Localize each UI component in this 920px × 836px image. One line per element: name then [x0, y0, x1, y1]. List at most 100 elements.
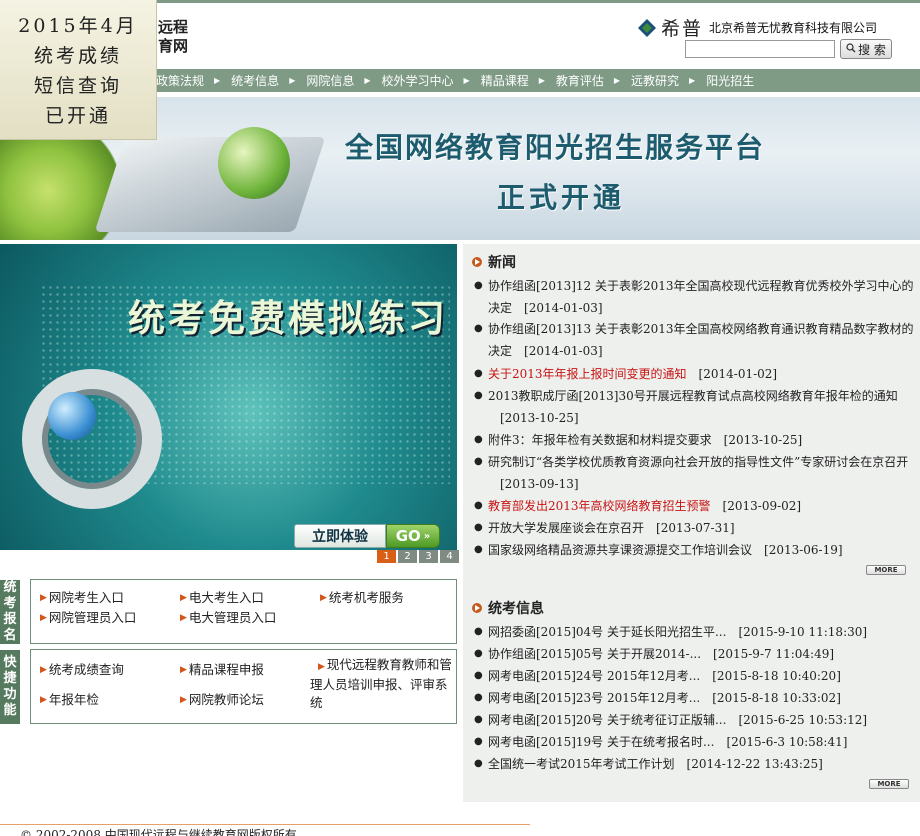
- footer-divider: [0, 824, 530, 825]
- nav-label: 统考信息: [231, 74, 280, 88]
- side-char: 考: [3, 596, 17, 611]
- link-label: 电大考生入口: [188, 590, 264, 605]
- link-label: 网院管理员入口: [48, 610, 137, 625]
- bullet-icon: ●: [474, 456, 483, 467]
- mock-exam-promo[interactable]: 统考免费模拟练习 立即体验 GO»: [0, 244, 457, 550]
- popup-line: 已开通: [44, 105, 111, 127]
- news-item[interactable]: ● 开放大学发展座谈会在京召开 [2013-07-31]: [474, 517, 918, 539]
- link-label: 网院考生入口: [48, 590, 124, 605]
- link-wangyuan-student[interactable]: ▶ 网院考生入口: [40, 589, 124, 607]
- nav-item-wangyuan[interactable]: 网院信息 ▶: [306, 72, 370, 89]
- news-item[interactable]: ● 研究制订“各类学校优质教育资源向社会开放的指导性文件”专家研讨会在京召开 [20…: [474, 451, 918, 495]
- news-item-text: 教育部发出2013年高校网络教育招生预警: [488, 499, 711, 513]
- link-annual-report[interactable]: ▶ 年报年检: [40, 691, 99, 709]
- news-item-date: [2013-10-25]: [500, 411, 579, 425]
- link-label: 网院教师论坛: [188, 692, 264, 707]
- brand-company: 北京希普无忧教育科技有限公司: [709, 21, 878, 35]
- tongkao-item[interactable]: ● 协作组函[2015]05号 关于开展2014-... [2015-9-7 11:…: [474, 643, 918, 665]
- tongkao-item[interactable]: ● 网招委函[2015]04号 关于延长阳光招生平... [2015-9-10 11…: [474, 621, 918, 643]
- search-button-label: 搜 索: [858, 42, 886, 57]
- nav-arrow-icon: ▶: [214, 76, 221, 85]
- news-item[interactable]: ● 协作组函[2013]13 关于表彰2013年全国高校网络教育通识教育精品数字教…: [474, 318, 918, 362]
- link-course-apply[interactable]: ▶ 精品课程申报: [180, 661, 264, 679]
- news-item[interactable]: ● 2013教职成厅函[2013]30号开展远程教育试点高校网络教育年报年检的通知…: [474, 385, 918, 429]
- tongkao-section-title: 统考信息: [472, 598, 544, 618]
- popup-line: 2015年4月: [18, 15, 138, 37]
- news-item[interactable]: ● 国家级网络精品资源共享课资源提交工作培训会议 [2013-06-19]: [474, 539, 918, 561]
- go-label: GO: [395, 527, 421, 545]
- news-item[interactable]: ● 协作组函[2013]12 关于表彰2013年全国高校现代远程教育优秀校外学习中…: [474, 275, 918, 319]
- tongkao-item-text: 网考电函[2015]20号 关于统考征订正版辅...: [488, 713, 727, 727]
- nav-item-evaluation[interactable]: 教育评估 ▶: [556, 72, 620, 89]
- nav-item-courses[interactable]: 精品课程 ▶: [481, 72, 545, 89]
- tongkao-item[interactable]: ● 网考电函[2015]23号 2015年12月考... [2015-8-18 10…: [474, 687, 918, 709]
- nav-label: 精品课程: [480, 74, 529, 88]
- link-teacher-forum[interactable]: ▶ 网院教师论坛: [180, 691, 264, 709]
- nav-item-research[interactable]: 远教研究 ▶: [631, 72, 695, 89]
- news-title-label: 新闻: [488, 255, 516, 271]
- link-label: 电大管理员入口: [188, 610, 277, 625]
- banner-subtitle: 正式开通: [497, 181, 626, 214]
- tongkao-item[interactable]: ● 网考电函[2015]20号 关于统考征订正版辅... [2015-6-25 10…: [474, 709, 918, 731]
- news-more-button[interactable]: MORE: [866, 565, 906, 575]
- link-computer-exam[interactable]: ▶ 统考机考服务: [320, 589, 404, 607]
- arrow-bullet-icon: ▶: [180, 665, 187, 675]
- search-button[interactable]: 搜 索: [840, 39, 892, 59]
- nav-arrow-icon: ▶: [613, 76, 621, 85]
- site-title[interactable]: 远程 育网: [158, 18, 188, 56]
- news-item-text: 研究制订“各类学校优质教育资源向社会开放的指导性文件”专家研讨会在京召开: [488, 455, 909, 469]
- bullet-icon: ●: [474, 648, 483, 659]
- pager-page-3[interactable]: 3: [419, 550, 438, 563]
- tongkao-item-text: 协作组函[2015]05号 关于开展2014-...: [488, 647, 702, 661]
- slide-pager: 1 2 3 4: [377, 550, 461, 563]
- popup-line: 短信查询: [33, 75, 122, 97]
- news-item[interactable]: ● 教育部发出2013年高校网络教育招生预警 [2013-09-02]: [474, 495, 918, 517]
- link-label: 年报年检: [48, 692, 99, 707]
- sms-score-popup[interactable]: 2015年4月 统考成绩 短信查询 已开通: [0, 0, 157, 140]
- link-score-query[interactable]: ▶ 统考成绩查询: [40, 661, 124, 679]
- bullet-icon: ●: [474, 280, 483, 291]
- link-wangyuan-admin[interactable]: ▶ 网院管理员入口: [40, 609, 136, 627]
- try-now-button[interactable]: 立即体验: [294, 524, 386, 548]
- bullet-icon: ●: [474, 736, 483, 747]
- side-label-tongkao-baoming: 统 考 报 名: [0, 580, 20, 644]
- bullet-icon: ●: [474, 500, 483, 511]
- tongkao-item[interactable]: ● 网考电函[2015]24号 2015年12月考... [2015-8-18 10…: [474, 665, 918, 687]
- news-item-date: [2014-01-03]: [524, 344, 603, 358]
- globe-icon: [48, 392, 96, 440]
- circle-arrow-icon: [472, 257, 482, 267]
- pager-page-2[interactable]: 2: [398, 550, 417, 563]
- search-input[interactable]: [685, 40, 835, 58]
- tongkao-more-button[interactable]: MORE: [869, 779, 909, 789]
- tongkao-item-date: [2015-8-18 10:33:02]: [712, 691, 841, 705]
- nav-item-tongkao[interactable]: 统考信息 ▶: [231, 72, 295, 89]
- arrow-bullet-icon: ▶: [180, 613, 187, 623]
- news-item[interactable]: ● 附件3：年报年检有关数据和材料提交要求 [2013-10-25]: [474, 429, 918, 451]
- news-item-date: [2013-06-19]: [764, 543, 843, 557]
- pager-page-4[interactable]: 4: [440, 550, 459, 563]
- link-dianda-student[interactable]: ▶ 电大考生入口: [180, 589, 264, 607]
- nav-item-admission[interactable]: 阳光招生: [706, 72, 754, 89]
- news-item-date: [2013-10-25]: [723, 433, 803, 447]
- tongkao-item[interactable]: ● 网考电函[2015]19号 关于在统考报名时... [2015-6-3 10:5…: [474, 731, 918, 753]
- brand[interactable]: 希普 北京希普无忧教育科技有限公司: [637, 14, 877, 41]
- tongkao-item-text: 网考电函[2015]24号 2015年12月考...: [488, 669, 701, 683]
- bullet-icon: ●: [474, 368, 483, 379]
- pager-page-1[interactable]: 1: [377, 550, 396, 563]
- news-item[interactable]: ● 关于2013年年报上报时间变更的通知 [2014-01-02]: [474, 363, 918, 385]
- link-dianda-admin[interactable]: ▶ 电大管理员入口: [180, 609, 276, 627]
- circle-arrow-icon: [472, 603, 482, 613]
- arrow-bullet-icon: ▶: [40, 665, 47, 675]
- brand-logo-icon: [637, 18, 657, 38]
- go-button[interactable]: GO»: [386, 524, 440, 548]
- nav-item-policy[interactable]: 政策法规 ▶: [156, 72, 220, 89]
- link-label: 统考机考服务: [328, 590, 404, 605]
- news-item-date: [2014-01-02]: [698, 367, 778, 381]
- tongkao-item[interactable]: ● 全国统一考试2015年考试工作计划 [2014-12-22 13:43:25]: [474, 753, 918, 775]
- at-sign-icon: [22, 369, 162, 509]
- link-teacher-training[interactable]: ▶ 现代远程教育教师和管理人员培训申报、评审系统: [310, 656, 452, 712]
- arrow-bullet-icon: ▶: [318, 662, 325, 672]
- nav-label: 网院信息: [306, 74, 355, 88]
- nav-item-study-center[interactable]: 校外学习中心 ▶: [382, 72, 470, 89]
- bullet-icon: ●: [474, 626, 483, 637]
